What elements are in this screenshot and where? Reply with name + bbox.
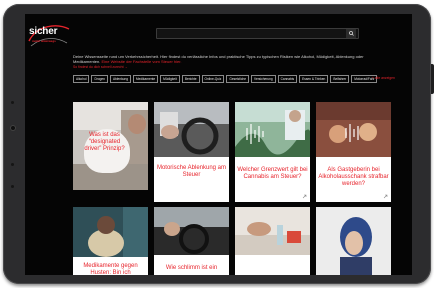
search-button[interactable] <box>346 29 356 38</box>
tag-ablenkung[interactable]: Ablenkung <box>109 75 132 83</box>
article-card[interactable]: Wie schlimm ist ein <box>154 207 229 275</box>
article-card[interactable]: Medikamente gegen Husten: Bin ich <box>73 207 148 275</box>
tag-beifahrer[interactable]: Beifahrer <box>330 75 350 83</box>
article-card[interactable] <box>316 207 391 275</box>
sensor-dot <box>11 163 14 166</box>
tag-essen-trinken[interactable]: Essen & Trinken <box>299 75 329 83</box>
card-photo <box>154 102 229 157</box>
search-icon <box>348 31 354 36</box>
article-card[interactable]: Motorische Ablenkung am Steuer <box>154 102 229 202</box>
card-title: Was ist das “designated driver” Prinzip? <box>84 132 125 152</box>
article-card[interactable]: Welcher Grenzwert gilt bei Cannabis am S… <box>235 102 310 202</box>
card-photo <box>316 102 391 157</box>
card-photo <box>154 207 229 255</box>
tag-drogen[interactable]: Drogen <box>91 75 108 83</box>
tablet-frame: sicher mobil unterwegs Deine Wissensseit… <box>3 4 434 284</box>
card-title: Medikamente gegen Husten: Bin ich <box>83 263 138 275</box>
card-photo <box>316 207 391 275</box>
intro-text: Deine Wissensseite rund um Verkehrssiche… <box>73 54 388 64</box>
sensor-dot <box>11 185 14 188</box>
card-title: Als Gastgeberin bei Alkoholausschank str… <box>318 167 389 187</box>
tag-cannabis[interactable]: Cannabis <box>277 75 298 83</box>
tag-medikamente[interactable]: Medikamente <box>133 75 159 83</box>
logo-text: sicher <box>29 26 58 37</box>
sensor-dot <box>11 101 14 104</box>
card-title: Wie schlimm ist ein <box>165 265 218 271</box>
tag-filter-bar: Alkohol Drogen Ablenkung Medikamente Müd… <box>73 75 378 83</box>
article-card[interactable] <box>235 207 310 275</box>
card-photo <box>235 207 310 255</box>
tag-berichte[interactable]: Berichte <box>181 75 200 83</box>
tag-versicherung[interactable]: Versicherung <box>251 75 276 83</box>
intro-link[interactable]: Eine Website der Fachstelle vom Steuer h… <box>101 59 181 64</box>
tag-gesetzliche[interactable]: Gesetzliche <box>226 75 250 83</box>
tag-muedigkeit[interactable]: Müdigkeit <box>160 75 180 83</box>
card-title: Welcher Grenzwert gilt bei Cannabis am S… <box>237 167 308 180</box>
card-photo <box>73 207 148 257</box>
link-icon <box>302 194 307 199</box>
tag-alkohol[interactable]: Alkohol <box>73 75 90 83</box>
screen: sicher mobil unterwegs Deine Wissensseit… <box>25 14 412 275</box>
link-icon <box>383 194 388 199</box>
show-all-tags-link[interactable]: + alle anzeigen <box>372 76 395 80</box>
card-title: Motorische Ablenkung am Steuer <box>156 165 227 178</box>
article-card[interactable]: Was ist das “designated driver” Prinzip? <box>73 102 148 190</box>
site-logo[interactable]: sicher mobil unterwegs <box>25 15 71 51</box>
camera-icon <box>10 125 16 131</box>
tag-online-quiz[interactable]: Online-Quiz <box>201 75 225 83</box>
intro-tagline[interactable]: So findest du dich schnell zurecht → <box>73 65 273 69</box>
article-card[interactable]: Als Gastgeberin bei Alkoholausschank str… <box>316 102 391 202</box>
card-photo <box>235 102 310 157</box>
search-input[interactable] <box>156 28 359 39</box>
logo-subtext: mobil unterwegs <box>32 39 56 43</box>
